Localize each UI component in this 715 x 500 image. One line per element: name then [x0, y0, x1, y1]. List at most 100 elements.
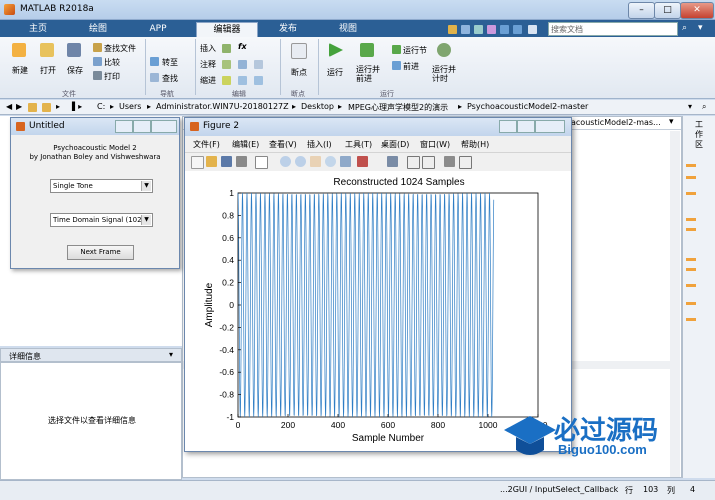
tab-editor[interactable]: 编辑器: [196, 22, 258, 38]
path-segment[interactable]: PsychoacousticModel2-master: [467, 102, 588, 111]
goto-button[interactable]: 转至: [162, 57, 178, 68]
up-folder-icon[interactable]: [28, 103, 37, 112]
smart-indent-icon[interactable]: [222, 76, 231, 85]
new-figure-icon[interactable]: [191, 156, 204, 169]
browse-folder-icon[interactable]: [42, 103, 51, 112]
menu-window[interactable]: 窗口(W): [420, 139, 450, 150]
search-icon[interactable]: ⌕: [682, 23, 687, 33]
breakpoints-icon[interactable]: [291, 43, 307, 59]
path-segment[interactable]: C:: [97, 102, 105, 111]
redo-icon[interactable]: [513, 25, 522, 34]
address-search-icon[interactable]: ⌕: [702, 102, 706, 112]
next-frame-button[interactable]: Next Frame: [67, 245, 134, 260]
new-icon[interactable]: [12, 43, 26, 57]
breakpoints-button[interactable]: 断点: [291, 67, 307, 78]
open-file-icon[interactable]: [206, 156, 217, 167]
wrap-icon[interactable]: [254, 60, 263, 69]
zoom-out-icon[interactable]: [295, 156, 306, 167]
tab-plots[interactable]: 绘图: [80, 22, 116, 37]
figure-minimize-button[interactable]: [499, 120, 517, 133]
notification-icon[interactable]: ▾: [698, 23, 703, 33]
minimize-button[interactable]: –: [628, 2, 655, 19]
tab-view[interactable]: 视图: [330, 22, 366, 37]
untitled-close-button[interactable]: [151, 120, 177, 133]
back-icon[interactable]: ◀: [6, 102, 12, 111]
chevron-down-icon[interactable]: ▼: [141, 181, 151, 191]
path-segment[interactable]: Desktop: [301, 102, 334, 111]
forward-icon[interactable]: ▶: [16, 102, 22, 111]
paste-icon[interactable]: [487, 25, 496, 34]
untitled-minimize-button[interactable]: [115, 120, 133, 133]
pan-icon[interactable]: [310, 156, 321, 167]
fx-button[interactable]: fx: [238, 42, 247, 51]
insert-colorbar-icon[interactable]: [407, 156, 420, 169]
insert-legend-icon[interactable]: [422, 156, 435, 169]
rotate-icon[interactable]: [325, 156, 336, 167]
details-collapse-icon[interactable]: ▾: [169, 350, 173, 359]
display-type-select[interactable]: Time Domain Signal (102... ▼: [50, 213, 153, 227]
indent-button[interactable]: 缩进: [200, 75, 216, 86]
help-icon[interactable]: [528, 25, 537, 34]
tab-publish[interactable]: 发布: [270, 22, 306, 37]
search-input[interactable]: 搜索文档: [548, 22, 678, 36]
insert-section-icon[interactable]: [222, 44, 231, 53]
tab-home[interactable]: 主页: [20, 22, 56, 37]
open-button[interactable]: 打开: [40, 65, 56, 76]
menu-desktop[interactable]: 桌面(D): [381, 139, 409, 150]
save-icon[interactable]: [448, 25, 457, 34]
link-plot-icon[interactable]: [387, 156, 398, 167]
menu-tools[interactable]: 工具(T): [345, 139, 372, 150]
copy-icon[interactable]: [474, 25, 483, 34]
menu-edit[interactable]: 编辑(E): [232, 139, 259, 150]
menu-view[interactable]: 查看(V): [269, 139, 297, 150]
address-dropdown-icon[interactable]: ▾: [688, 102, 692, 111]
run-icon[interactable]: [329, 43, 343, 57]
brush-icon[interactable]: [357, 156, 368, 167]
run-advance-icon[interactable]: [360, 43, 374, 57]
find-button[interactable]: 查找: [162, 73, 178, 84]
menu-help[interactable]: 帮助(H): [461, 139, 489, 150]
chevron-down-icon[interactable]: ▼: [141, 215, 151, 225]
data-cursor-icon[interactable]: [340, 156, 351, 167]
run-section-button[interactable]: 运行节: [403, 45, 427, 56]
hide-plot-tools-icon[interactable]: [444, 156, 455, 167]
workspace-label[interactable]: 工作区: [695, 120, 705, 150]
close-button[interactable]: ✕: [680, 2, 714, 19]
run-time-button[interactable]: 运行并 计时: [432, 65, 456, 83]
run-button[interactable]: 运行: [327, 67, 343, 78]
editor-tab-menu-icon[interactable]: ▾: [669, 117, 674, 127]
tab-apps[interactable]: APP: [140, 22, 176, 37]
undo-icon[interactable]: [500, 25, 509, 34]
print-figure-icon[interactable]: [236, 156, 247, 167]
untitled-maximize-button[interactable]: [133, 120, 151, 133]
decrease-indent-icon[interactable]: [254, 76, 263, 85]
insert-button[interactable]: 插入: [200, 43, 216, 54]
figure-close-button[interactable]: [535, 120, 565, 133]
maximize-button[interactable]: □: [654, 2, 681, 19]
menu-insert[interactable]: 插入(I): [307, 139, 332, 150]
new-button[interactable]: 新建: [12, 65, 28, 76]
open-icon[interactable]: [40, 43, 54, 57]
menu-file[interactable]: 文件(F): [193, 139, 220, 150]
save-figure-icon[interactable]: [221, 156, 232, 167]
path-segment[interactable]: MPEG心理声学模型2的演示: [348, 102, 448, 113]
folder-history-icon[interactable]: ▸: [56, 102, 60, 111]
run-time-icon[interactable]: [437, 43, 451, 57]
edit-plot-icon[interactable]: [255, 156, 268, 169]
advance-button[interactable]: 前进: [403, 61, 419, 72]
run-advance-button[interactable]: 运行并 前进: [356, 65, 380, 83]
figure-maximize-button[interactable]: [517, 120, 535, 133]
zoom-in-icon[interactable]: [280, 156, 291, 167]
save-button[interactable]: 保存: [67, 65, 83, 76]
path-segment[interactable]: Users: [119, 102, 141, 111]
increase-indent-icon[interactable]: [238, 76, 247, 85]
signal-type-select[interactable]: Single Tone ▼: [50, 179, 153, 193]
compare-button[interactable]: 比较: [104, 57, 120, 68]
editor-tab-partial[interactable]: acousticModel2-mas...: [571, 118, 661, 127]
show-plot-tools-icon[interactable]: [459, 156, 472, 169]
save-file-icon[interactable]: [67, 43, 81, 57]
cut-icon[interactable]: [461, 25, 470, 34]
find-files-button[interactable]: 查找文件: [104, 43, 136, 54]
uncomment-icon[interactable]: [238, 60, 247, 69]
print-button[interactable]: 打印: [104, 71, 120, 82]
